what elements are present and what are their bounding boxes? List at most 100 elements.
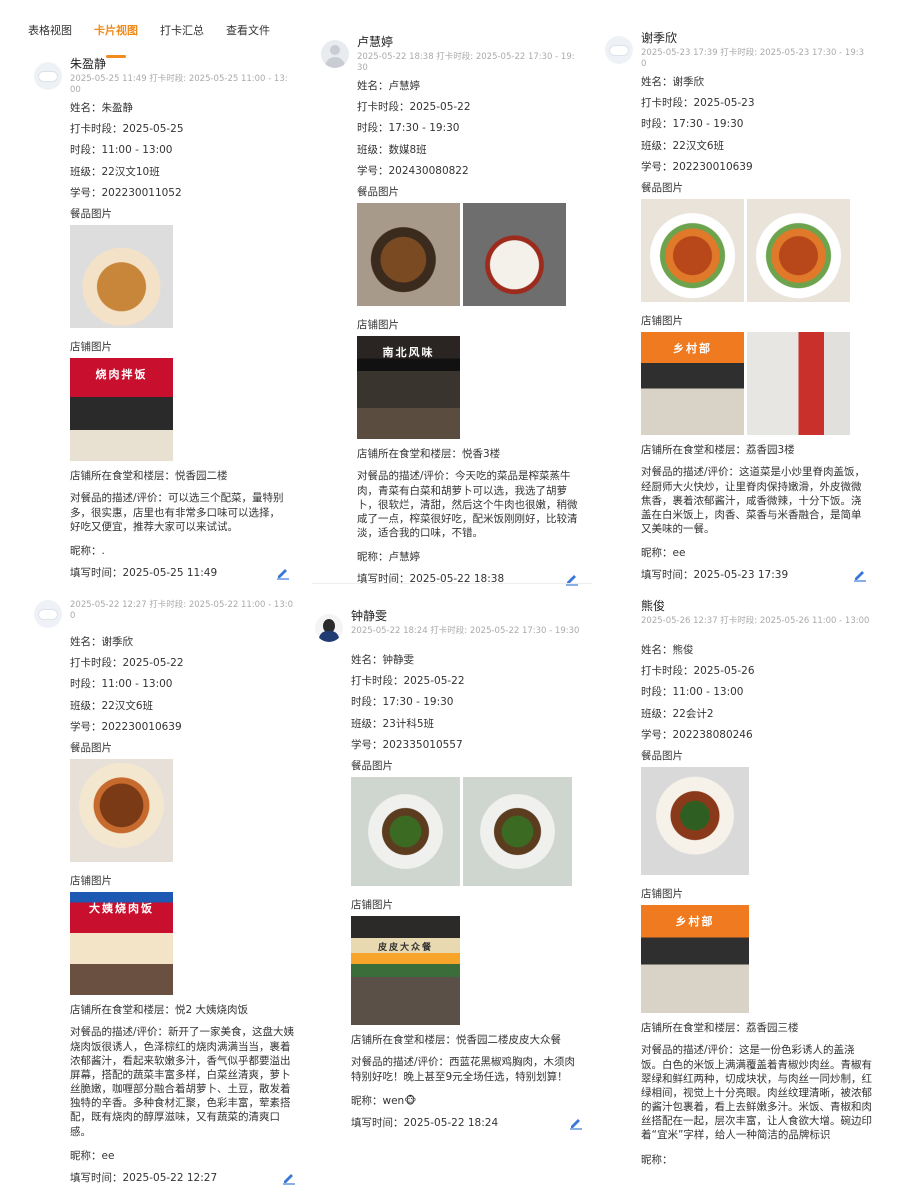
store-images-label: 店铺图片 (70, 341, 112, 354)
sid-label: 学号： (70, 186, 102, 199)
store-image[interactable]: 烧肉拌饭 (70, 358, 173, 462)
name-value: 谢季欣 (672, 76, 705, 88)
checkin-card[interactable]: 熊俊 2025-05-26 12:37 打卡时段: 2025-05-26 11:… (641, 598, 873, 1172)
food-image[interactable] (357, 203, 460, 307)
period-label: 时段： (357, 122, 389, 135)
divider (312, 583, 592, 584)
food-image[interactable] (641, 199, 744, 303)
period-label: 时段： (641, 686, 673, 699)
location-label: 店铺所在食堂和楼层： (357, 448, 462, 461)
store-image[interactable] (747, 332, 850, 436)
checkin-card[interactable]: 朱盈静 2025-05-25 11:49 打卡时段: 2025-05-25 11… (34, 56, 290, 580)
edit-icon[interactable] (565, 572, 579, 587)
store-images-label: 店铺图片 (641, 888, 683, 901)
avatar (34, 600, 62, 628)
date-label: 打卡时段： (70, 657, 123, 670)
store-images-label: 店铺图片 (351, 899, 393, 912)
filled-time-label: 填写时间： (351, 1116, 404, 1129)
location-label: 店铺所在食堂和楼层： (70, 470, 175, 483)
store-images-label: 店铺图片 (641, 315, 683, 328)
period-label: 时段： (70, 144, 102, 157)
review-label: 对餐品的描述/评价： (641, 466, 740, 479)
edit-icon[interactable] (853, 568, 867, 583)
date-label: 打卡时段： (357, 101, 410, 114)
review-value: 新开了一家美食，这盘大姨烧肉饭很诱人，色泽棕红的烧肉满满当当，裹着浓郁酱汁，看起… (70, 1026, 295, 1138)
location-label: 店铺所在食堂和楼层： (641, 444, 746, 457)
review-label: 对餐品的描述/评价： (357, 470, 456, 483)
date-label: 打卡时段： (641, 97, 694, 110)
food-image[interactable] (70, 225, 173, 329)
food-image[interactable] (641, 767, 749, 876)
card-title: 钟静雯 (351, 609, 388, 623)
date-value: 2025-05-25 (122, 123, 184, 136)
class-value: 22汉文6班 (672, 139, 725, 152)
date-label: 打卡时段： (70, 123, 123, 136)
class-value: 数媒8班 (388, 143, 427, 156)
class-label: 班级： (70, 165, 102, 178)
card-meta: 2025-05-23 17:39 打卡时段: 2025-05-23 17:30 … (641, 48, 865, 70)
location-label: 店铺所在食堂和楼层： (641, 1022, 746, 1035)
avatar (321, 40, 349, 68)
card-title: 熊俊 (641, 599, 666, 613)
store-sign: 南北风味 (382, 346, 435, 360)
store-image[interactable]: 皮皮大众餐 (351, 916, 460, 1026)
date-value: 2025-05-23 (693, 97, 755, 110)
food-images-label: 餐品图片 (70, 741, 112, 754)
sid-label: 学号： (357, 164, 389, 177)
edit-icon[interactable] (282, 1171, 296, 1185)
sid-label: 学号： (641, 728, 673, 741)
checkin-card[interactable]: 卢慧婷 2025-05-22 18:38 打卡时段: 2025-05-22 17… (321, 34, 579, 587)
store-sign: 大姨烧肉饭 (89, 902, 154, 916)
period-label: 时段： (641, 118, 673, 131)
card-meta: 2025-05-26 12:37 打卡时段: 2025-05-26 11:00 … (641, 616, 870, 627)
review-label: 对餐品的描述/评价： (70, 492, 169, 505)
nickname-value: wen🐵 (382, 1094, 417, 1107)
checkin-card[interactable]: 钟静雯 2025-05-22 18:24 打卡时段: 2025-05-22 17… (315, 608, 583, 1130)
tab-table-view[interactable]: 表格视图 (28, 22, 72, 52)
nickname-label: 昵称： (351, 1094, 383, 1107)
tab-view-files[interactable]: 查看文件 (226, 22, 270, 52)
checkin-card[interactable]: 谢季欣 2025-05-23 17:39 打卡时段: 2025-05-23 17… (605, 30, 867, 583)
food-image[interactable] (70, 759, 173, 863)
nickname-value: . (101, 544, 105, 557)
period-value: 17:30 - 19:30 (382, 696, 454, 709)
card-title: 卢慧婷 (357, 35, 394, 49)
checkin-card[interactable]: 2025-05-22 12:27 打卡时段: 2025-05-22 11:00 … (34, 598, 296, 1185)
date-value: 2025-05-22 (409, 101, 471, 114)
food-image[interactable] (351, 777, 460, 887)
food-image[interactable] (463, 777, 572, 887)
review-value: 这是一份色彩诱人的盖浇饭。白色的米饭上满满覆盖着青椒炒肉丝。青椒有翠绿和鲜红两种… (641, 1044, 872, 1142)
store-image[interactable]: 南北风味 (357, 336, 460, 440)
nickname-label: 昵称： (357, 551, 389, 564)
tab-checkin-summary[interactable]: 打卡汇总 (160, 22, 204, 52)
store-image[interactable]: 大姨烧肉饭 (70, 892, 173, 996)
food-image[interactable] (463, 203, 566, 307)
nickname-label: 昵称： (70, 1149, 102, 1162)
review-label: 对餐品的描述/评价： (351, 1056, 450, 1069)
food-image[interactable] (747, 199, 850, 303)
sid-label: 学号： (351, 738, 383, 751)
location-value: 悦2 大姨烧肉饭 (175, 1004, 249, 1017)
period-value: 11:00 - 13:00 (672, 686, 744, 699)
period-value: 17:30 - 19:30 (388, 122, 460, 135)
food-images-label: 餐品图片 (70, 207, 112, 220)
class-label: 班级： (351, 717, 383, 730)
nickname-value: ee (101, 1149, 115, 1162)
period-label: 时段： (70, 678, 102, 691)
card-meta: 2025-05-22 18:24 打卡时段: 2025-05-22 17:30 … (351, 626, 580, 637)
location-value: 悦香园二楼 (175, 470, 228, 483)
edit-icon[interactable] (569, 1116, 583, 1130)
name-label: 姓名： (351, 654, 383, 666)
name-label: 姓名： (641, 76, 673, 88)
nickname-value: ee (672, 547, 686, 560)
sid-value: 202430080822 (388, 164, 469, 177)
food-images-label: 餐品图片 (357, 185, 399, 198)
tab-card-view[interactable]: 卡片视图 (94, 22, 138, 52)
period-value: 11:00 - 13:00 (101, 144, 173, 157)
store-image[interactable]: 乡村部 (641, 332, 744, 436)
edit-icon[interactable] (276, 566, 290, 580)
sid-value: 202335010557 (382, 738, 463, 751)
avatar (315, 614, 343, 642)
store-image[interactable]: 乡村部 (641, 905, 749, 1014)
card-meta: 2025-05-22 18:38 打卡时段: 2025-05-22 17:30 … (357, 52, 575, 74)
